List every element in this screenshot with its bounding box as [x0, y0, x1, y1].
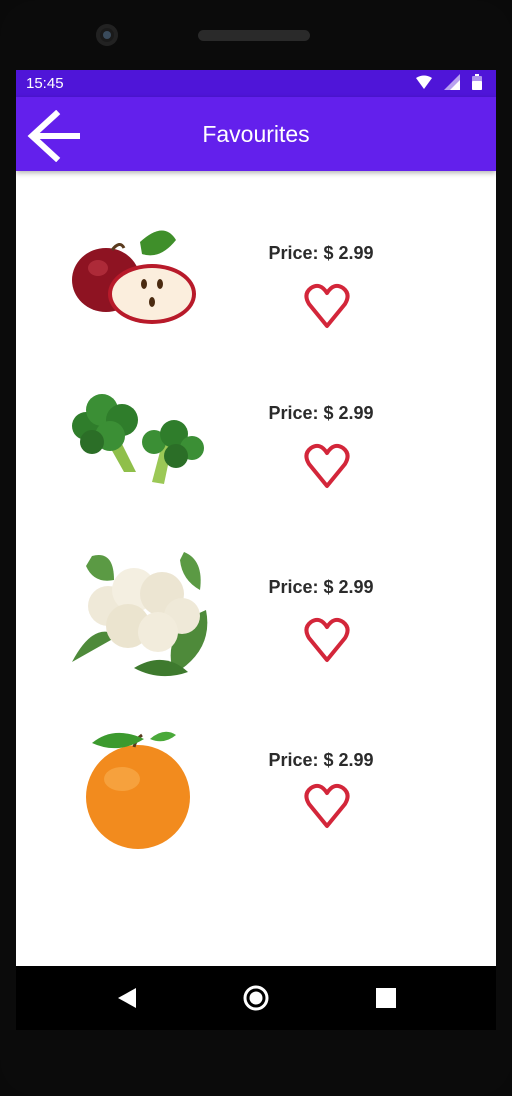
price-label: Price: $ 2.99 — [268, 750, 374, 770]
list-item: Price: $ 2.99 — [16, 550, 496, 700]
page-title: Favourites — [202, 121, 310, 147]
price-label: Price: $ 2.99 — [268, 403, 374, 423]
app-screen: 15:45 Favourites Price: $ 2.99 Price: $ … — [16, 70, 496, 1030]
battery-icon — [472, 74, 482, 90]
app-bar: Favourites — [16, 97, 496, 171]
status-bar: 15:45 — [16, 70, 496, 97]
list-item: Price: $ 2.99 — [16, 725, 496, 875]
wifi-icon — [416, 75, 432, 89]
front-camera — [96, 24, 118, 46]
heart-outline-icon[interactable] — [303, 782, 351, 830]
heart-outline-icon[interactable] — [303, 282, 351, 330]
heart-outline-icon[interactable] — [303, 616, 351, 664]
apple-image — [72, 230, 196, 324]
list-item: Price: $ 2.99 — [16, 220, 496, 370]
cauliflower-image — [72, 552, 208, 677]
orange-image — [86, 731, 190, 849]
status-time: 15:45 — [26, 75, 64, 92]
system-nav-bar — [16, 966, 496, 1030]
earpiece-speaker — [198, 30, 310, 41]
broccoli-image — [72, 394, 204, 484]
price-label: Price: $ 2.99 — [268, 243, 374, 263]
heart-outline-icon[interactable] — [303, 442, 351, 490]
recents-square-icon[interactable] — [372, 984, 400, 1012]
home-circle-icon[interactable] — [242, 984, 270, 1012]
phone-frame: 15:45 Favourites Price: $ 2.99 Price: $ … — [0, 0, 512, 1096]
back-triangle-icon[interactable] — [112, 984, 140, 1012]
status-icons — [416, 74, 482, 90]
price-label: Price: $ 2.99 — [268, 577, 374, 597]
signal-icon — [444, 74, 460, 90]
list-item: Price: $ 2.99 — [16, 380, 496, 530]
